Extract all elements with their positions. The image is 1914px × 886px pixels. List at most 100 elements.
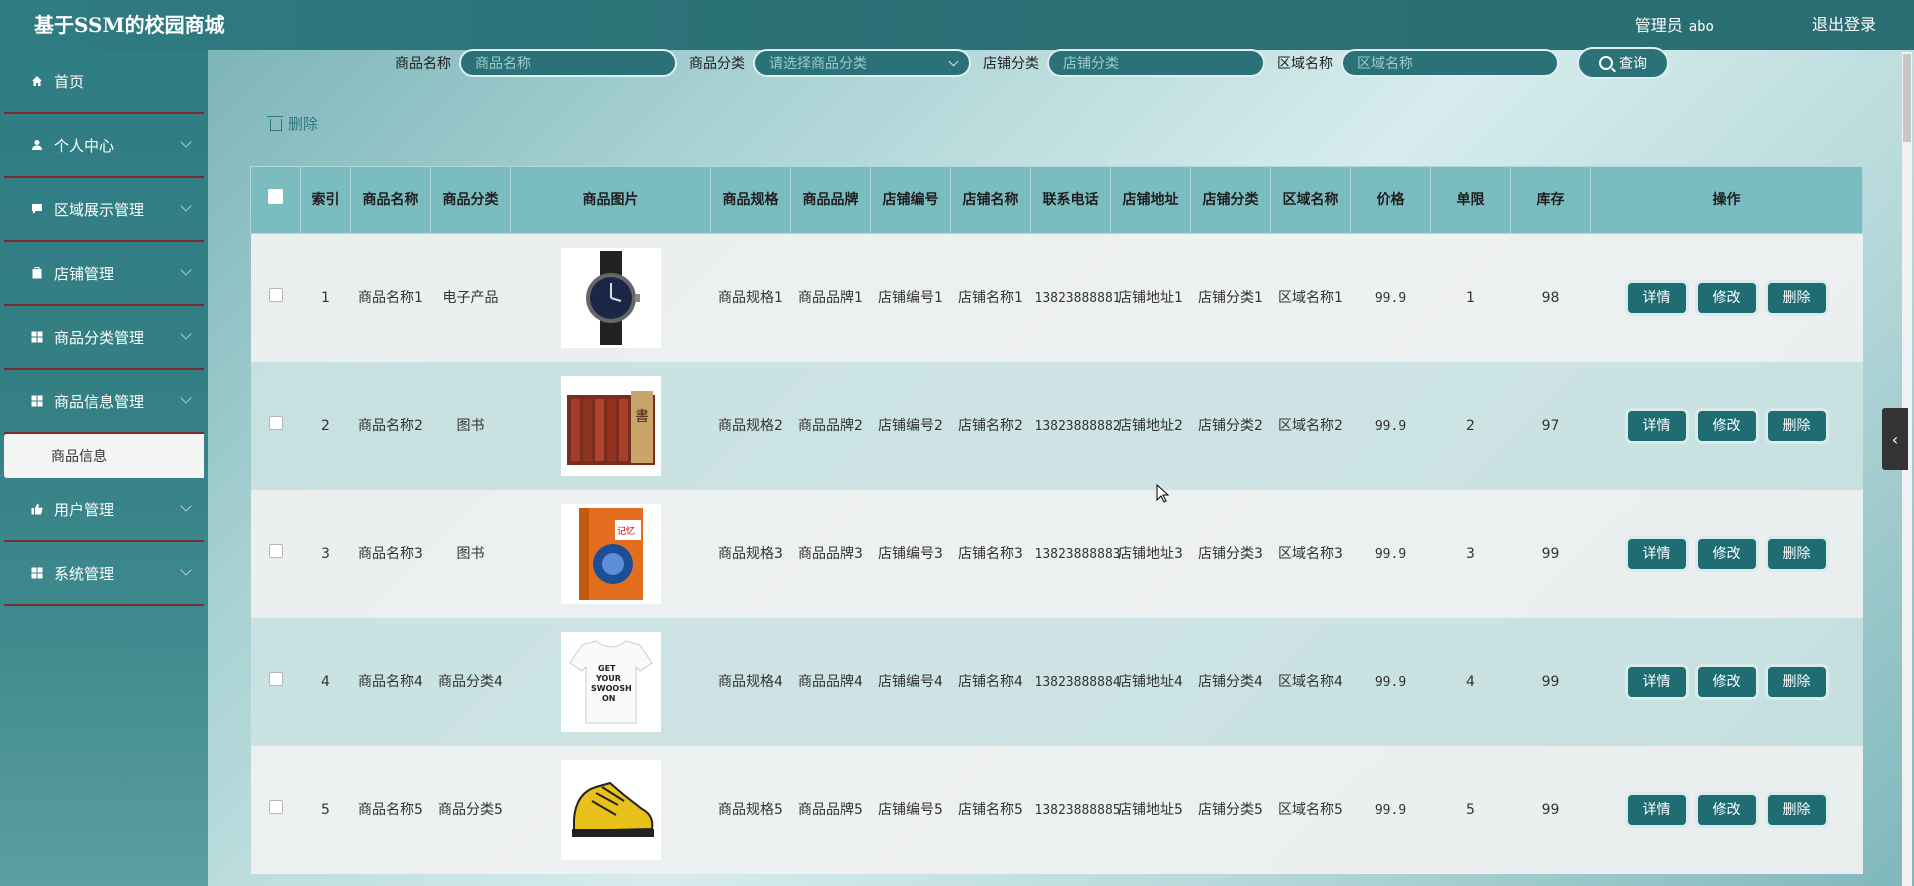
cell-value: 商品分类4 (438, 673, 503, 690)
bulk-delete-button[interactable]: 删除 (267, 113, 318, 134)
delete-button[interactable]: 删除 (1767, 411, 1826, 441)
scrollbar-thumb[interactable] (1903, 54, 1911, 142)
edit-button[interactable]: 修改 (1697, 539, 1756, 569)
row-select-cell[interactable] (250, 490, 301, 618)
cell-value: 13823888884 (1034, 674, 1121, 690)
cell-value: 电子产品 (442, 289, 499, 306)
cell-name: 商品名称3 (350, 490, 431, 618)
detail-button[interactable]: 详情 (1627, 795, 1686, 825)
cell-ops: 详情 修改 删除 (1590, 362, 1863, 490)
col-price: 价格 (1350, 166, 1431, 234)
col-shop-name: 店铺名称 (950, 166, 1031, 234)
edit-button[interactable]: 修改 (1697, 283, 1756, 313)
cell-index: 4 (300, 618, 351, 746)
table-row[interactable]: 2 商品名称2 图书 書商品规格2 商品品牌2 店铺编号2 店铺名称2 13823888882… (250, 362, 1863, 490)
cell-category: 图书 (430, 362, 511, 490)
edit-button[interactable]: 修改 (1697, 411, 1756, 441)
cell-value: 商品名称5 (358, 801, 423, 818)
user-icon (30, 138, 44, 152)
sidebar-item-label: 系统管理 (54, 564, 115, 583)
table-row[interactable]: 5 商品名称5 商品分类5 商品规格5 商品品牌5 店铺编号5 店铺名称5 138238888… (250, 746, 1863, 874)
shop-category-input[interactable]: 店铺分类 (1047, 49, 1265, 77)
cell-stock: 99 (1510, 618, 1591, 746)
delete-button[interactable]: 删除 (1767, 667, 1826, 697)
cell-value: 店铺地址4 (1118, 673, 1183, 690)
table-row[interactable]: 3 商品名称3 图书 记忆 商品规格3 商品品牌3 店铺编号3 店铺名称3 1382388888… (250, 490, 1863, 618)
detail-button[interactable]: 详情 (1627, 411, 1686, 441)
sidebar-item-goods[interactable]: 商品信息管理 (4, 370, 204, 434)
cell-brand: 商品品牌5 (790, 746, 871, 874)
sidebar-item-home[interactable]: 首页 (4, 50, 204, 114)
row-checkbox[interactable] (268, 799, 283, 814)
goods-name-input[interactable]: 商品名称 (459, 49, 677, 77)
cell-value: 5 (321, 801, 330, 818)
edit-button[interactable]: 修改 (1697, 795, 1756, 825)
cell-stock: 99 (1510, 490, 1591, 618)
detail-button[interactable]: 详情 (1627, 539, 1686, 569)
detail-button[interactable]: 详情 (1627, 667, 1686, 697)
table-row[interactable]: 4 商品名称4 商品分类4 GET YOUR SWOOSH ON 商品规格4 商品品牌4 店铺编号… (250, 618, 1863, 746)
sidebar-item-profile[interactable]: 个人中心 (4, 114, 204, 178)
row-checkbox[interactable] (268, 415, 283, 430)
cell-value: 商品规格3 (718, 545, 783, 562)
cell-image (510, 233, 711, 362)
cell-phone: 13823888882 (1030, 362, 1121, 490)
delete-button[interactable]: 删除 (1767, 795, 1826, 825)
query-button-label: 查询 (1619, 56, 1647, 72)
row-select-cell[interactable] (250, 362, 301, 490)
table-row[interactable]: 1 商品名称1 电子产品 商品规格1 商品品牌1 店铺编号1 店铺名称1 1382388888… (250, 233, 1863, 362)
top-bar: 基于SSM的校园商城 管理员 abo 退出登录 (0, 0, 1914, 50)
cell-value: 店铺分类1 (1198, 289, 1263, 306)
row-select-cell[interactable] (250, 746, 301, 874)
logout-link[interactable]: 退出登录 (1812, 11, 1876, 35)
cell-value: 3 (1466, 545, 1475, 562)
row-checkbox[interactable] (268, 287, 283, 302)
cell-price: 99.9 (1350, 490, 1431, 618)
cell-value: 商品规格4 (718, 673, 783, 690)
cell-value: 区域名称5 (1278, 801, 1343, 818)
cell-category: 商品分类5 (430, 746, 511, 874)
select-all-checkbox[interactable] (268, 189, 283, 204)
cell-value: 商品名称3 (358, 545, 423, 562)
query-button[interactable]: 查询 (1577, 47, 1669, 79)
sneaker-image (571, 781, 654, 837)
cell-index: 1 (300, 233, 351, 362)
cell-shop-cat: 店铺分类5 (1190, 746, 1271, 874)
sidebar-item-category[interactable]: 商品分类管理 (4, 306, 204, 370)
sidebar-item-system[interactable]: 系统管理 (4, 542, 204, 606)
sidebar-item-store[interactable]: 店铺管理 (4, 242, 204, 306)
cell-phone: 13823888883 (1030, 490, 1121, 618)
cell-value: 99 (1541, 545, 1560, 562)
delete-button[interactable]: 删除 (1767, 539, 1826, 569)
sidebar-subitem-goods-info[interactable]: 商品信息 (4, 434, 204, 478)
cell-value: 99.9 (1374, 290, 1407, 306)
cell-value: 99.9 (1374, 802, 1407, 818)
collapse-handle[interactable]: ‹ (1882, 408, 1908, 470)
cell-address: 店铺地址3 (1110, 490, 1191, 618)
sidebar-item-area[interactable]: 区域展示管理 (4, 178, 204, 242)
col-ops: 操作 (1590, 166, 1863, 234)
sidebar-item-label: 首页 (54, 72, 85, 91)
goods-category-select[interactable]: 请选择商品分类 (753, 49, 971, 77)
cell-value: 13823888882 (1034, 418, 1121, 434)
cell-area: 区域名称3 (1270, 490, 1351, 618)
cell-value: 商品分类5 (438, 801, 503, 818)
sidebar-item-users[interactable]: 用户管理 (4, 478, 204, 542)
select-all-cell[interactable] (250, 166, 301, 234)
row-select-cell[interactable] (250, 233, 301, 362)
row-select-cell[interactable] (250, 618, 301, 746)
delete-button[interactable]: 删除 (1767, 283, 1826, 313)
detail-button[interactable]: 详情 (1627, 283, 1686, 313)
row-checkbox[interactable] (268, 543, 283, 558)
col-shop-no: 店铺编号 (870, 166, 951, 234)
area-name-input[interactable]: 区域名称 (1341, 49, 1559, 77)
cell-shop-no: 店铺编号5 (870, 746, 951, 874)
cell-area: 区域名称1 (1270, 233, 1351, 362)
cell-value: 店铺分类3 (1198, 545, 1263, 562)
cell-shop-name: 店铺名称3 (950, 490, 1031, 618)
cell-value: 4 (321, 673, 330, 690)
row-checkbox[interactable] (268, 671, 283, 686)
cell-shop-cat: 店铺分类3 (1190, 490, 1271, 618)
cell-value: 图书 (456, 545, 485, 562)
edit-button[interactable]: 修改 (1697, 667, 1756, 697)
